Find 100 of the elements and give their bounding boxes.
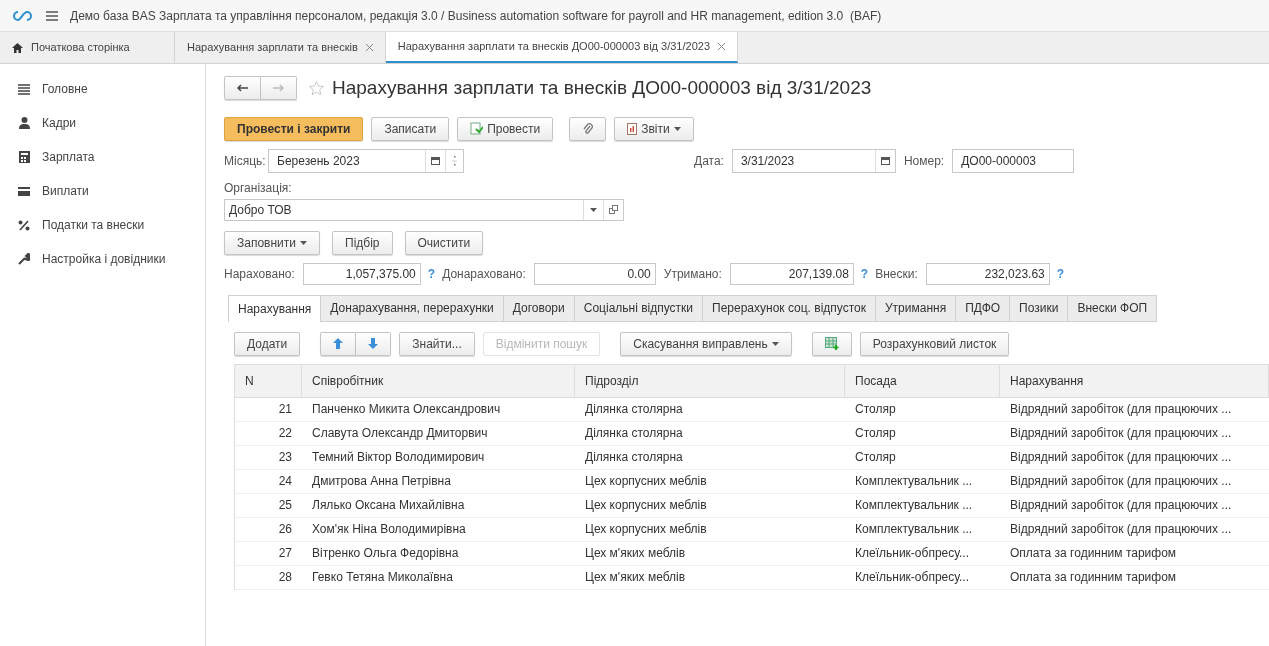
table-cell-text: Оплата за годинним тарифом — [1009, 545, 1178, 562]
fill-toolbar-button[interactable]: Очистити — [404, 230, 484, 255]
table-cell-text: Столяр — [854, 449, 897, 466]
organization-field[interactable]: Добро ТОВ — [224, 198, 624, 221]
tab[interactable]: Донарахування, перерахунки — [321, 294, 504, 322]
table-cell-text: Цех м'яких меблів — [584, 545, 687, 562]
fill-toolbar-button[interactable]: Заповнити — [224, 230, 320, 255]
sidebar-item[interactable]: Зарплата — [0, 140, 205, 174]
table-cell-text: 25 — [277, 497, 293, 514]
month-field[interactable]: Березень 2023 — [268, 148, 464, 173]
field-label: Дата: — [694, 152, 724, 170]
sidebar-item[interactable]: Кадри — [0, 106, 205, 140]
table-cell-text: Комплектувальник ... — [854, 521, 974, 538]
table-cell-text: 28 — [277, 569, 293, 586]
total-field: 207,139.08 — [729, 262, 854, 285]
payroll-grid-button[interactable] — [811, 331, 852, 356]
column-header[interactable]: Співробітник — [302, 364, 575, 397]
back-button[interactable] — [224, 76, 261, 101]
table-cell-text: 26 — [277, 521, 293, 538]
table-cell-text: 23 — [277, 449, 293, 466]
table-cell-text: Відрядний заробіток (для працюючих ... — [1009, 401, 1233, 418]
table-cell-text: Цех м'яких меблів — [584, 569, 687, 586]
table-cell-text: Темний Віктор Володимирович — [311, 449, 486, 466]
tab[interactable]: Соціальні відпустки — [574, 294, 704, 322]
table-cell-text: Ділянка столярна — [584, 449, 684, 466]
table-cell-text: Цех корпусних меблів — [584, 497, 708, 514]
menu-icon[interactable] — [46, 10, 58, 21]
percent-icon — [18, 219, 30, 231]
tab[interactable]: Внески ФОП — [1068, 294, 1158, 322]
menu-icon — [18, 83, 30, 95]
table-cell-text: Панченко Микита Олександрович — [311, 401, 502, 418]
total-field: 232,023.63 — [925, 262, 1050, 285]
table-toolbar-button[interactable]: Додати — [234, 331, 301, 356]
close-icon[interactable] — [365, 44, 373, 51]
open-tab[interactable]: Нарахування зарплати та внесків — [175, 32, 386, 63]
column-header[interactable]: Нарахування — [1000, 364, 1269, 397]
table-cell-text: Столяр — [854, 401, 897, 418]
down-arrow-icon — [368, 338, 379, 349]
sidebar-item[interactable]: Податки та внески — [0, 208, 205, 242]
reports-button[interactable]: Звіти — [614, 116, 694, 141]
move-down-button[interactable] — [356, 331, 392, 356]
calendar-icon — [880, 156, 890, 165]
caret-icon — [673, 126, 681, 131]
home-icon — [12, 42, 23, 53]
move-buttons[interactable] — [320, 331, 392, 356]
star-icon[interactable] — [309, 81, 324, 96]
column-header[interactable]: Посада — [845, 364, 1000, 397]
tab[interactable]: Утримання — [875, 294, 957, 322]
column-header[interactable]: Підрозділ — [575, 364, 845, 397]
open-tab[interactable]: Нарахування зарплати та внесків ДО00-000003 від 3/31/2023 — [385, 32, 738, 63]
table-cell-text: Відрядний заробіток (для працюючих ... — [1009, 521, 1233, 538]
post-and-close-button[interactable]: Провести і закрити — [224, 116, 364, 141]
close-icon[interactable] — [718, 43, 725, 50]
table-cell-text: Комплектувальник ... — [854, 497, 974, 514]
post-button[interactable]: Провести — [457, 116, 554, 141]
document-icon — [470, 122, 484, 135]
table-cell-text: Цех корпусних меблів — [584, 473, 708, 490]
save-button[interactable]: Записати — [371, 116, 450, 141]
card-icon — [18, 186, 30, 196]
calculator-icon — [18, 151, 30, 163]
table-toolbar-button[interactable]: Розрахунковий листок — [859, 331, 1010, 356]
sidebar-item[interactable]: Головне — [0, 72, 205, 106]
fill-toolbar-button[interactable]: Підбір — [332, 230, 393, 255]
up-arrow-icon — [333, 338, 344, 349]
table-cell-text: Комплектувальник ... — [854, 473, 974, 490]
number-field[interactable]: ДО00-000003 — [952, 148, 1075, 173]
tab[interactable]: Нарахування — [228, 294, 322, 322]
attach-button[interactable] — [569, 116, 607, 141]
tab[interactable]: Позики — [1010, 294, 1069, 322]
table-add-icon — [824, 337, 839, 350]
open-icon[interactable] — [609, 205, 618, 214]
cancel-corrections-button[interactable]: Скасування виправлень — [620, 331, 792, 356]
tab[interactable]: Перерахунок соц. відпусток — [703, 294, 876, 322]
spin-icon[interactable] — [452, 153, 457, 168]
sidebar-item[interactable]: Виплати — [0, 174, 205, 208]
open-tab[interactable]: Початкова сторінка — [0, 32, 175, 63]
table-cell-text: Оплата за годинним тарифом — [1009, 569, 1178, 586]
table-cell-text: Славута Олександр Дмиторвич — [311, 425, 489, 442]
table-cell-text: Відрядний заробіток (для працюючих ... — [1009, 473, 1233, 490]
sidebar-item[interactable]: Настройка і довідники — [0, 242, 205, 276]
calendar-icon — [431, 156, 440, 165]
table-cell-text: Клеїльник-обпресу... — [854, 545, 971, 562]
table-cell-text: Гевко Тетяна Миколаївна — [311, 569, 454, 586]
move-up-button[interactable] — [320, 331, 357, 356]
date-field[interactable]: 3/31/2023 — [731, 148, 896, 173]
tab[interactable]: Договори — [503, 294, 575, 322]
table-toolbar-button[interactable]: Знайти... — [399, 331, 475, 356]
total-label: Внески: — [875, 265, 918, 283]
person-icon — [18, 117, 30, 129]
table-cell-text: 27 — [277, 545, 293, 562]
tab[interactable]: ПДФО — [956, 294, 1011, 322]
column-header[interactable]: N — [235, 364, 302, 397]
field-label: Номер: — [903, 152, 945, 170]
caret-icon — [771, 341, 779, 346]
report-icon — [627, 122, 638, 135]
table-cell-text: Відрядний заробіток (для працюючих ... — [1009, 497, 1233, 514]
logo-icon — [12, 9, 34, 22]
table-cell-text: Дмитрова Анна Петрівна — [311, 473, 452, 490]
table-cell-text: 22 — [277, 425, 293, 442]
total-label: Донараховано: — [442, 265, 526, 283]
